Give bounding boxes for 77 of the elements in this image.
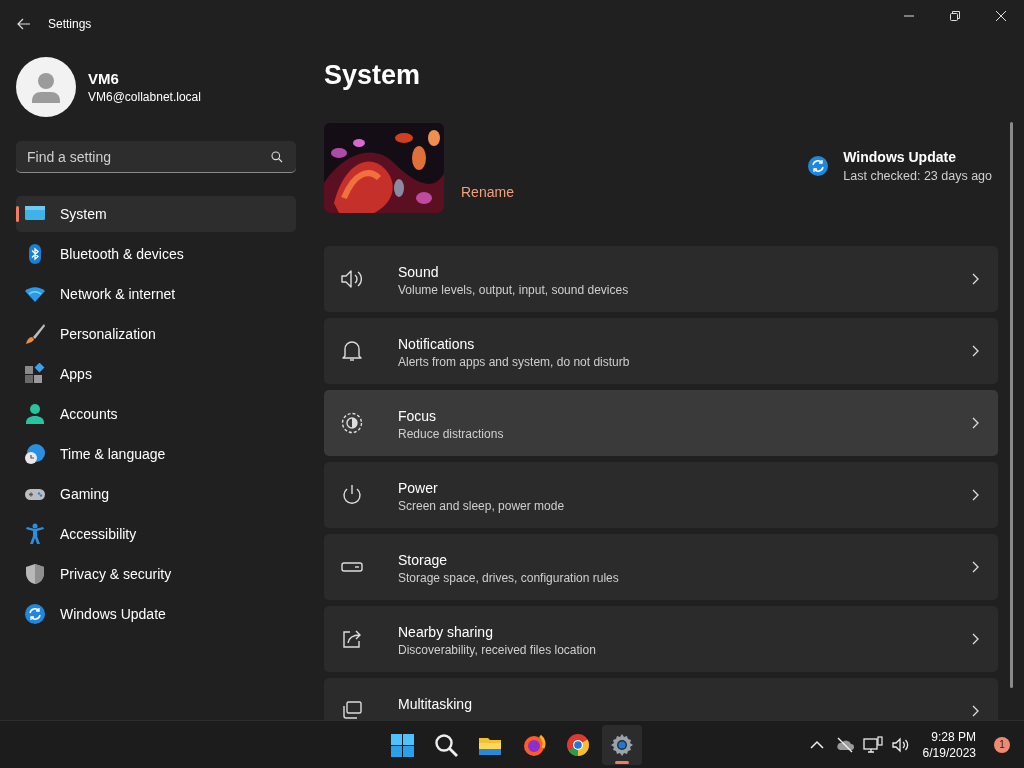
card-description: Alerts from apps and system, do not disturb xyxy=(398,354,631,371)
selection-indicator xyxy=(16,206,19,222)
search-icon xyxy=(271,151,283,163)
chevron-right-icon xyxy=(970,272,980,286)
sidebar-item[interactable]: Apps xyxy=(16,356,296,392)
chevron-right-icon xyxy=(970,488,980,502)
sidebar-item[interactable]: System xyxy=(16,196,296,232)
page-title: System xyxy=(324,59,422,92)
sidebar-item[interactable]: Time & language xyxy=(16,436,296,472)
card-title: Multitasking xyxy=(398,695,473,713)
card-title: Power xyxy=(398,479,439,497)
avatar xyxy=(16,57,76,117)
card-title: Sound xyxy=(398,263,440,281)
sidebar-item[interactable]: Accounts xyxy=(16,396,296,432)
windows-logo-icon xyxy=(390,732,414,757)
search-icon xyxy=(434,732,458,757)
account-name: VM6 xyxy=(88,70,120,87)
card-title: Storage xyxy=(398,551,449,569)
active-indicator xyxy=(615,760,629,764)
update-status: Last checked: 23 days ago xyxy=(843,169,992,183)
card-title: Nearby sharing xyxy=(398,623,494,641)
settings-card[interactable]: Power Screen and sleep, power mode xyxy=(324,462,998,528)
chevron-right-icon xyxy=(970,416,980,430)
sync-icon xyxy=(807,155,830,177)
sidebar-item[interactable]: Gaming xyxy=(16,476,296,512)
gear-icon xyxy=(610,732,634,757)
settings-card[interactable]: Focus Reduce distractions xyxy=(324,390,998,456)
person-icon xyxy=(24,403,46,425)
chevron-right-icon xyxy=(970,344,980,358)
browser-flame-icon xyxy=(522,732,546,757)
chevron-right-icon xyxy=(970,704,980,718)
close-icon xyxy=(996,11,1006,21)
card-title: Focus xyxy=(398,407,438,425)
window-title: Settings xyxy=(48,17,92,31)
windows-icon xyxy=(340,699,364,720)
settings-card[interactable]: Storage Storage space, drives, configuration rules xyxy=(324,534,998,600)
clock[interactable]: 9:28 PM 6/19/2023 xyxy=(922,728,976,761)
sidebar-item[interactable]: Personalization xyxy=(16,316,296,352)
settings-card[interactable]: Nearby sharing Discoverability, received files location xyxy=(324,606,998,672)
browser-circle-icon xyxy=(566,732,590,757)
card-description: Screen and sleep, power mode xyxy=(398,498,566,515)
card-title: Notifications xyxy=(398,335,476,353)
maximize-icon xyxy=(950,11,960,21)
network-monitor-icon[interactable] xyxy=(862,734,883,755)
sidebar-item[interactable]: Windows Update xyxy=(16,596,296,632)
card-description: Volume levels, output, input, sound devices xyxy=(398,282,630,299)
power-icon xyxy=(340,483,364,507)
scrollbar[interactable] xyxy=(1009,122,1013,688)
account-email: VM6@collabnet.local xyxy=(88,90,201,104)
card-description: Discoverability, received files location xyxy=(398,642,597,659)
focus-icon xyxy=(340,411,364,435)
apps-icon xyxy=(24,363,46,385)
sidebar-item[interactable]: Bluetooth & devices xyxy=(16,236,296,272)
clock-date: 6/19/2023 xyxy=(922,744,976,761)
sidebar-item[interactable]: Network & internet xyxy=(16,276,296,312)
back-arrow-icon xyxy=(17,18,31,30)
notification-badge[interactable]: 1 xyxy=(994,736,1010,753)
settings-card[interactable]: Notifications Alerts from apps and system, do not disturb xyxy=(324,318,998,384)
sidebar-item[interactable]: Privacy & security xyxy=(16,556,296,592)
search-field[interactable]: Find a setting xyxy=(16,141,296,173)
chevron-right-icon xyxy=(970,560,980,574)
sidebar-item[interactable]: Accessibility xyxy=(16,516,296,552)
accessibility-icon xyxy=(24,523,46,545)
card-description: Storage space, drives, configuration rules xyxy=(398,570,620,587)
settings-card[interactable]: Multitasking xyxy=(324,678,998,720)
sync-icon xyxy=(24,603,46,625)
settings-card[interactable]: Sound Volume levels, output, input, sound devices xyxy=(324,246,998,312)
card-description: Reduce distractions xyxy=(398,426,505,443)
brush-icon xyxy=(24,323,46,345)
bell-icon xyxy=(340,339,364,363)
globe-clock-icon xyxy=(24,443,46,465)
taskbar-app[interactable] xyxy=(602,724,642,765)
update-title: Windows Update xyxy=(843,149,957,165)
shield-icon xyxy=(24,563,46,585)
rename-link[interactable]: Rename xyxy=(461,184,514,200)
chevron-right-icon xyxy=(970,632,980,646)
clock-time: 9:28 PM xyxy=(930,728,976,745)
